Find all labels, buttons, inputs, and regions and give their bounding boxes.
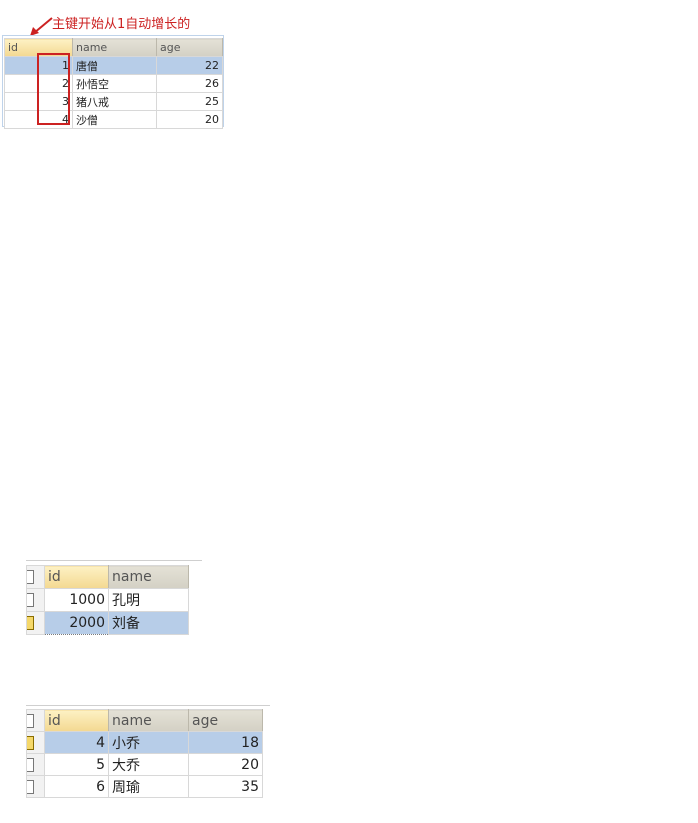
table2-cell-id[interactable]: 2000 — [44, 611, 109, 635]
table3-cell-id[interactable]: 4 — [44, 731, 109, 754]
row-marker-icon — [27, 779, 34, 794]
table2-cell-name[interactable]: 刘备 — [108, 611, 189, 635]
table1-cell-name[interactable]: 沙僧 — [72, 110, 157, 129]
table3-cell-age[interactable]: 35 — [188, 775, 263, 798]
table1-cell-age[interactable]: 26 — [156, 74, 223, 93]
table3-cell-name[interactable]: 周瑜 — [108, 775, 189, 798]
row-marker-icon — [27, 713, 34, 728]
row-marker[interactable] — [26, 611, 45, 635]
table3-header-id[interactable]: id — [44, 709, 109, 732]
table3-header-age[interactable]: age — [188, 709, 263, 732]
table3-cell-name[interactable]: 大乔 — [108, 753, 189, 776]
row-marker-icon — [27, 735, 34, 750]
row-marker[interactable] — [26, 753, 45, 776]
table2-top-border — [26, 560, 202, 561]
table1-cell-age[interactable]: 25 — [156, 92, 223, 111]
table3-cell-age[interactable]: 20 — [188, 753, 263, 776]
table3-cell-age[interactable]: 18 — [188, 731, 263, 754]
table1-header-name[interactable]: name — [72, 38, 157, 57]
table3-cell-id[interactable]: 5 — [44, 753, 109, 776]
row-marker[interactable] — [26, 588, 45, 612]
table3-top-border — [26, 705, 270, 706]
row-marker-icon — [27, 616, 34, 630]
table3-cell-id[interactable]: 6 — [44, 775, 109, 798]
table1-cell-name[interactable]: 孙悟空 — [72, 74, 157, 93]
row-marker[interactable] — [26, 775, 45, 798]
table2-header-id[interactable]: id — [44, 565, 109, 589]
table3-grid: id name age 4 小乔 18 5 大乔 20 6 周瑜 35 — [26, 709, 263, 798]
table-row[interactable]: 4 小乔 18 — [26, 731, 263, 754]
table1-cell-age[interactable]: 20 — [156, 110, 223, 129]
table-row[interactable]: 1000 孔明 — [26, 588, 189, 612]
table3-header-row: id name age — [26, 709, 263, 732]
table1-cell-age[interactable]: 22 — [156, 56, 223, 75]
table2-grid: id name 1000 孔明 2000 刘备 — [26, 565, 189, 635]
table3-header-name[interactable]: name — [108, 709, 189, 732]
table1-cell-name[interactable]: 猪八戒 — [72, 92, 157, 111]
table1-header-age[interactable]: age — [156, 38, 223, 57]
table2-header-name[interactable]: name — [108, 565, 189, 589]
row-marker-icon — [27, 570, 34, 584]
row-marker[interactable] — [26, 709, 45, 732]
table2-header-row: id name — [26, 565, 189, 589]
annotation-text: 主键开始从1自动增长的 — [52, 17, 191, 32]
table3-cell-name[interactable]: 小乔 — [108, 731, 189, 754]
table-row[interactable]: 5 大乔 20 — [26, 753, 263, 776]
table2-cell-id[interactable]: 1000 — [44, 588, 109, 612]
table2-cell-name[interactable]: 孔明 — [108, 588, 189, 612]
row-marker[interactable] — [26, 565, 45, 589]
row-marker[interactable] — [26, 731, 45, 754]
annotation-highlight-box — [37, 53, 70, 125]
row-marker-icon — [27, 757, 34, 772]
row-marker-icon — [27, 593, 34, 607]
table-row[interactable]: 6 周瑜 35 — [26, 775, 263, 798]
table1-cell-name[interactable]: 唐僧 — [72, 56, 157, 75]
table-row[interactable]: 2000 刘备 — [26, 611, 189, 635]
